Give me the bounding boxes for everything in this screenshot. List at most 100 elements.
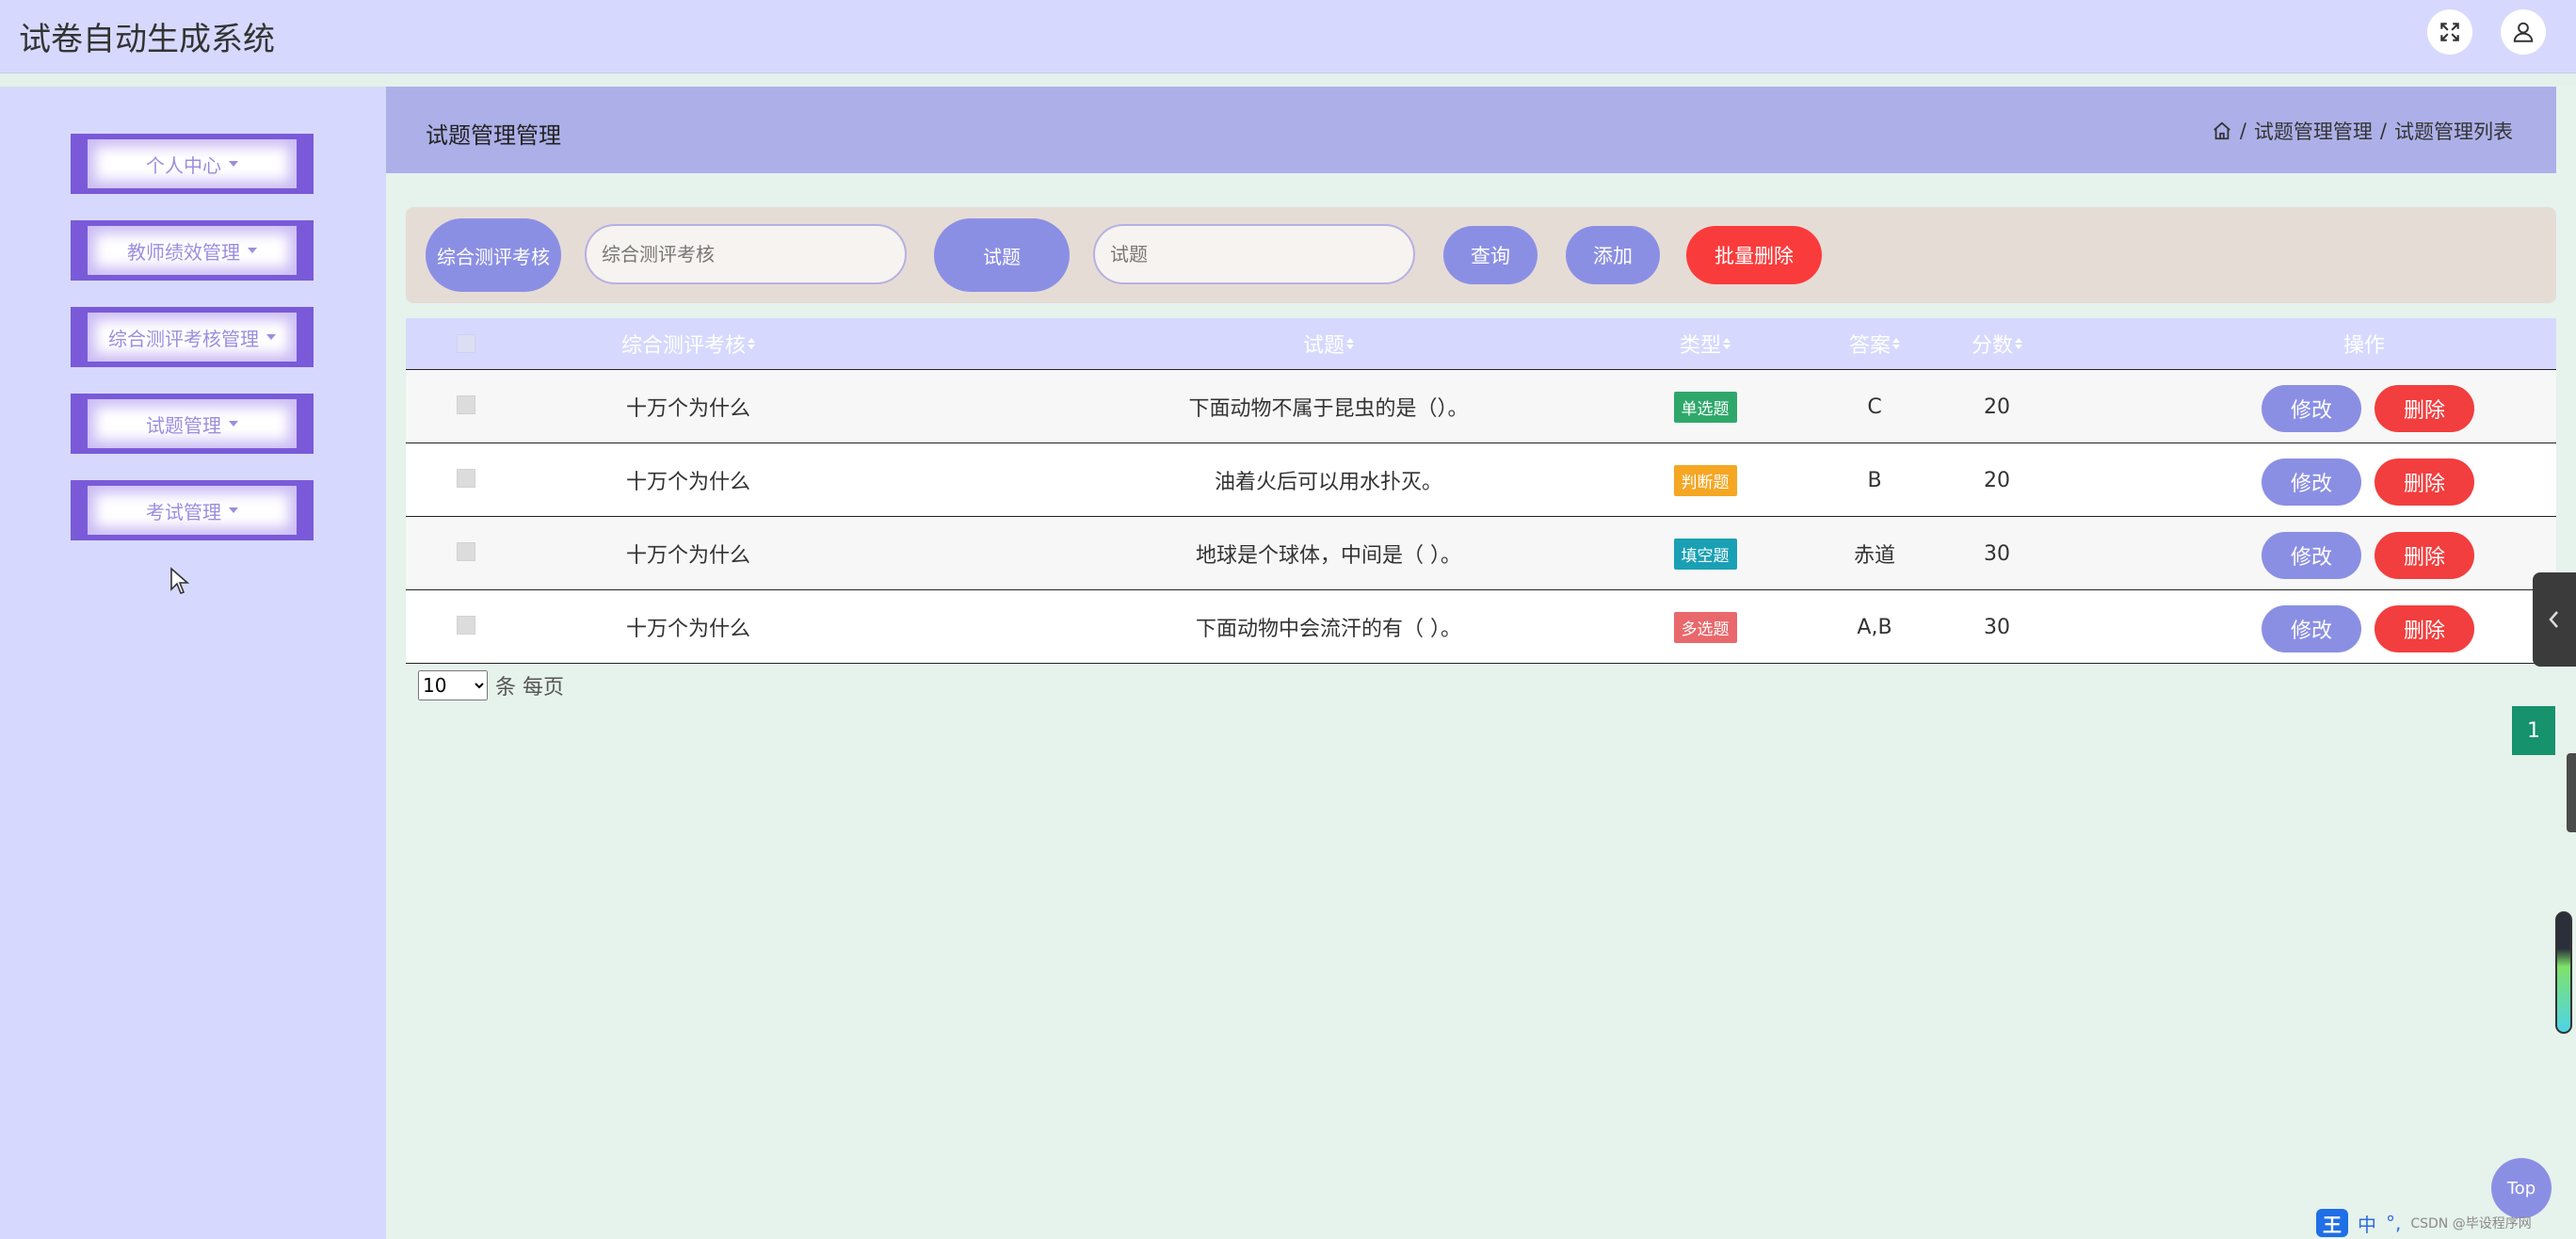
column-header-assessment[interactable]: 综合测评考核 — [575, 318, 801, 369]
user-avatar-button[interactable] — [2501, 9, 2546, 55]
search-panel: 综合测评考核 试题 查询 添加 批量删除 — [406, 207, 2556, 303]
mouse-cursor-icon — [170, 567, 190, 594]
watermark-text: CSDN @毕设程序网 — [2410, 1216, 2532, 1231]
cell-question: 下面动物中会流汗的有（ ）。 — [1196, 618, 1461, 641]
sidebar-item-label: 考试管理 — [146, 500, 221, 523]
select-all-checkbox[interactable] — [457, 334, 475, 353]
sidebar-item-label: 试题管理 — [146, 413, 221, 437]
search-label-question: 试题 — [934, 218, 1070, 292]
fullscreen-button[interactable] — [2427, 9, 2472, 55]
top-header: 试卷自动生成系统 — [0, 0, 2576, 73]
type-badge: 填空题 — [1673, 538, 1737, 570]
question-search-input[interactable] — [1093, 224, 1415, 284]
caret-down-icon — [248, 248, 257, 253]
sidebar-item-exam-management[interactable]: 考试管理 — [71, 480, 314, 540]
batch-delete-button[interactable]: 批量删除 — [1686, 226, 1822, 284]
sidebar-item-question-management[interactable]: 试题管理 — [71, 394, 314, 454]
cell-answer: A,B — [1857, 615, 1892, 639]
cell-question: 下面动物不属于昆虫的是（）。 — [1188, 397, 1469, 421]
sidebar: 个人中心 教师绩效管理 综合测评考核管理 试题管理 考试管理 — [0, 87, 386, 1239]
cell-score: 20 — [1984, 468, 2010, 492]
delete-button[interactable]: 删除 — [2375, 605, 2474, 652]
table-row: 十万个为什么 油着火后可以用水扑灭。 判断题 B 20 修改 删除 — [406, 442, 2556, 516]
add-button[interactable]: 添加 — [1566, 226, 1660, 284]
page-title: 试题管理管理 — [426, 122, 561, 149]
sort-icon — [748, 338, 755, 349]
ime-toolbar: 王 中 °, CSDN @毕设程序网 — [2312, 1207, 2576, 1239]
delete-button[interactable]: 删除 — [2375, 532, 2474, 579]
sort-icon — [1346, 338, 1354, 349]
sidebar-item-personal-center[interactable]: 个人中心 — [71, 134, 314, 194]
scroll-indicator[interactable] — [2555, 911, 2572, 1034]
page-size-suffix: 条 每页 — [495, 676, 564, 700]
column-header-type[interactable]: 类型 — [1592, 318, 1818, 369]
column-header-question[interactable]: 试题 — [1065, 318, 1592, 369]
cell-assessment: 十万个为什么 — [625, 544, 750, 568]
delete-button[interactable]: 删除 — [2375, 459, 2474, 506]
page-size-control: 10 条 每页 — [418, 670, 564, 700]
page-number-button[interactable]: 1 — [2512, 706, 2555, 755]
cell-score: 30 — [1984, 541, 2010, 566]
table-row: 十万个为什么 下面动物不属于昆虫的是（）。 单选题 C 20 修改 删除 — [406, 369, 2556, 442]
side-panel-toggle[interactable] — [2533, 572, 2576, 667]
app-title: 试卷自动生成系统 — [19, 21, 275, 58]
edit-button[interactable]: 修改 — [2262, 385, 2361, 432]
sidebar-item-label: 教师绩效管理 — [127, 240, 240, 264]
ime-logo-icon[interactable]: 王 — [2316, 1209, 2348, 1237]
main-content: 试题管理管理 / 试题管理管理 / 试题管理列表 综合测评考核 试题 查询 添加… — [386, 87, 2576, 1239]
sidebar-item-teacher-performance[interactable]: 教师绩效管理 — [71, 220, 314, 281]
row-checkbox[interactable] — [457, 469, 475, 488]
page-size-select[interactable]: 10 — [418, 670, 488, 700]
cell-assessment: 十万个为什么 — [625, 618, 750, 641]
sort-icon — [1723, 338, 1731, 349]
cell-answer: B — [1867, 468, 1882, 492]
search-label-assessment: 综合测评考核 — [426, 218, 561, 292]
table-bottom-border — [406, 663, 2556, 664]
home-icon[interactable] — [2212, 121, 2232, 141]
table-row: 十万个为什么 地球是个球体，中间是（ ）。 填空题 赤道 30 修改 删除 — [406, 516, 2556, 589]
cell-question: 油着火后可以用水扑灭。 — [1214, 471, 1442, 494]
expand-icon — [2440, 23, 2459, 41]
column-header-answer[interactable]: 答案 — [1818, 318, 1931, 369]
header-divider — [0, 73, 2576, 87]
breadcrumb-item[interactable]: 试题管理管理 — [2254, 117, 2373, 145]
edit-button[interactable]: 修改 — [2262, 605, 2361, 652]
side-handle[interactable] — [2567, 753, 2576, 832]
sort-icon — [1892, 338, 1900, 349]
breadcrumb: / 试题管理管理 / 试题管理列表 — [2212, 117, 2513, 145]
row-checkbox[interactable] — [457, 542, 475, 561]
table-header: 综合测评考核 试题 类型 答案 分数 操作 — [406, 318, 2556, 369]
breadcrumb-item-current: 试题管理列表 — [2394, 121, 2513, 143]
type-badge: 单选题 — [1673, 391, 1737, 423]
type-badge: 多选题 — [1673, 611, 1737, 643]
cell-answer: 赤道 — [1853, 544, 1895, 568]
breadcrumb-separator: / — [2379, 120, 2387, 142]
cell-assessment: 十万个为什么 — [625, 397, 750, 421]
query-button[interactable]: 查询 — [1443, 226, 1538, 284]
sidebar-item-label: 综合测评考核管理 — [108, 327, 259, 350]
cell-assessment: 十万个为什么 — [625, 471, 750, 494]
edit-button[interactable]: 修改 — [2262, 532, 2361, 579]
table-row: 十万个为什么 下面动物中会流汗的有（ ）。 多选题 A,B 30 修改 删除 — [406, 589, 2556, 663]
user-icon — [2513, 22, 2534, 42]
column-header-actions: 操作 — [2343, 334, 2385, 358]
cell-score: 20 — [1984, 394, 2010, 419]
caret-down-icon — [229, 161, 238, 167]
ime-punct[interactable]: °, — [2386, 1212, 2401, 1234]
cell-score: 30 — [1984, 615, 2010, 639]
row-checkbox[interactable] — [457, 395, 475, 414]
sidebar-item-label: 个人中心 — [146, 153, 221, 177]
caret-down-icon — [266, 334, 276, 340]
breadcrumb-separator: / — [2239, 120, 2246, 142]
sidebar-item-assessment[interactable]: 综合测评考核管理 — [71, 307, 314, 367]
cell-answer: C — [1867, 394, 1882, 419]
type-badge: 判断题 — [1673, 464, 1737, 496]
edit-button[interactable]: 修改 — [2262, 459, 2361, 506]
ime-mode[interactable]: 中 — [2358, 1210, 2376, 1237]
row-checkbox[interactable] — [457, 616, 475, 635]
sort-icon — [2015, 338, 2022, 349]
delete-button[interactable]: 删除 — [2375, 385, 2474, 432]
assessment-search-input[interactable] — [585, 224, 907, 284]
chevron-left-icon — [2549, 611, 2558, 628]
column-header-score[interactable]: 分数 — [1931, 318, 2063, 369]
